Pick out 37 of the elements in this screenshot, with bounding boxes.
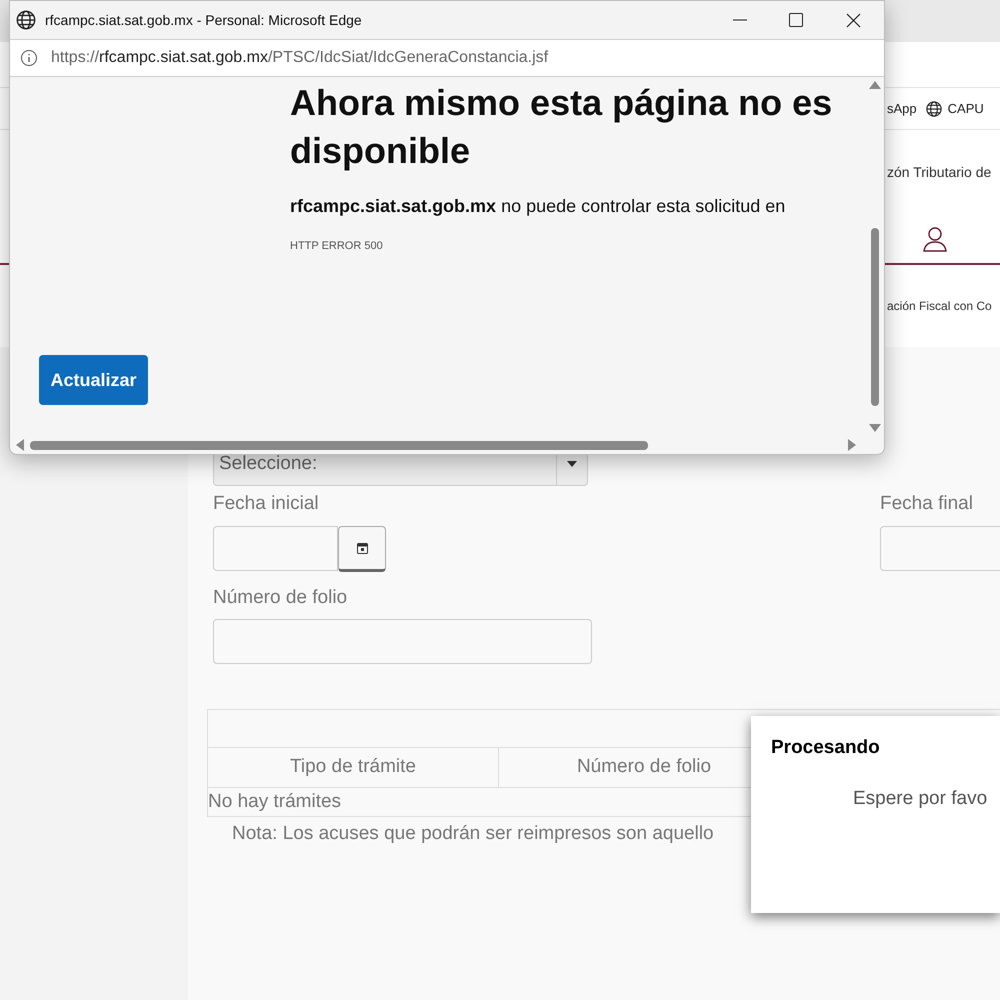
info-icon bbox=[20, 49, 38, 67]
user-icon[interactable] bbox=[921, 225, 949, 253]
scrollbar-thumb[interactable] bbox=[30, 440, 648, 450]
field-label: Número de folio bbox=[213, 586, 348, 610]
dialog-message: Espere por favo bbox=[853, 786, 988, 810]
field-label: Fecha final bbox=[880, 492, 974, 516]
error-message: rfcampc.siat.sat.gob.mx no puede controlar esta solicitud en bbox=[290, 195, 786, 218]
minimize-icon bbox=[733, 19, 747, 21]
refresh-button[interactable]: Actualizar bbox=[39, 355, 148, 405]
caret-icon bbox=[567, 461, 577, 467]
breadcrumb-text: ación Fiscal con Co bbox=[887, 298, 992, 315]
error-code: HTTP ERROR 500 bbox=[290, 239, 384, 254]
globe-icon bbox=[924, 100, 943, 118]
address-bar[interactable]: https://rfcampc.siat.sat.gob.mx/PTSC/IdcSiat/IdcGeneraConstancia.jsf bbox=[10, 39, 884, 77]
scroll-left-icon bbox=[16, 439, 24, 451]
calendar-icon bbox=[356, 542, 368, 554]
column-header: Tipo de trámite bbox=[208, 748, 499, 787]
error-heading: disponible bbox=[290, 129, 471, 173]
url-text: https://rfcampc.siat.sat.gob.mx/PTSC/IdcSiat/IdcGeneraConstancia.jsf bbox=[51, 48, 548, 68]
bookmark-link[interactable]: CAPU bbox=[948, 98, 984, 118]
calendar-button[interactable] bbox=[338, 526, 386, 572]
scrollbar-thumb[interactable] bbox=[871, 228, 879, 406]
empty-table-message: No hay trámites bbox=[208, 790, 342, 814]
close-icon bbox=[846, 12, 860, 28]
bookmark-link[interactable]: sApp bbox=[887, 98, 917, 118]
window-title: rfcampc.siat.sat.gob.mx - Personal: Microsoft Edge bbox=[45, 10, 363, 30]
scroll-right-icon bbox=[848, 439, 856, 451]
date-field[interactable] bbox=[880, 526, 1000, 570]
maximize-icon bbox=[789, 13, 803, 27]
field-label: Fecha inicial bbox=[213, 492, 320, 516]
error-heading: Ahora mismo esta página no es bbox=[290, 81, 834, 125]
folio-field[interactable] bbox=[213, 619, 592, 664]
site-header-text: zón Tributario de bbox=[887, 163, 992, 182]
date-field[interactable] bbox=[213, 526, 338, 570]
globe-icon bbox=[15, 9, 37, 31]
note-text: Nota: Los acuses que podrán ser reimpresos son aquello bbox=[232, 822, 715, 846]
scroll-down-icon bbox=[869, 424, 881, 432]
